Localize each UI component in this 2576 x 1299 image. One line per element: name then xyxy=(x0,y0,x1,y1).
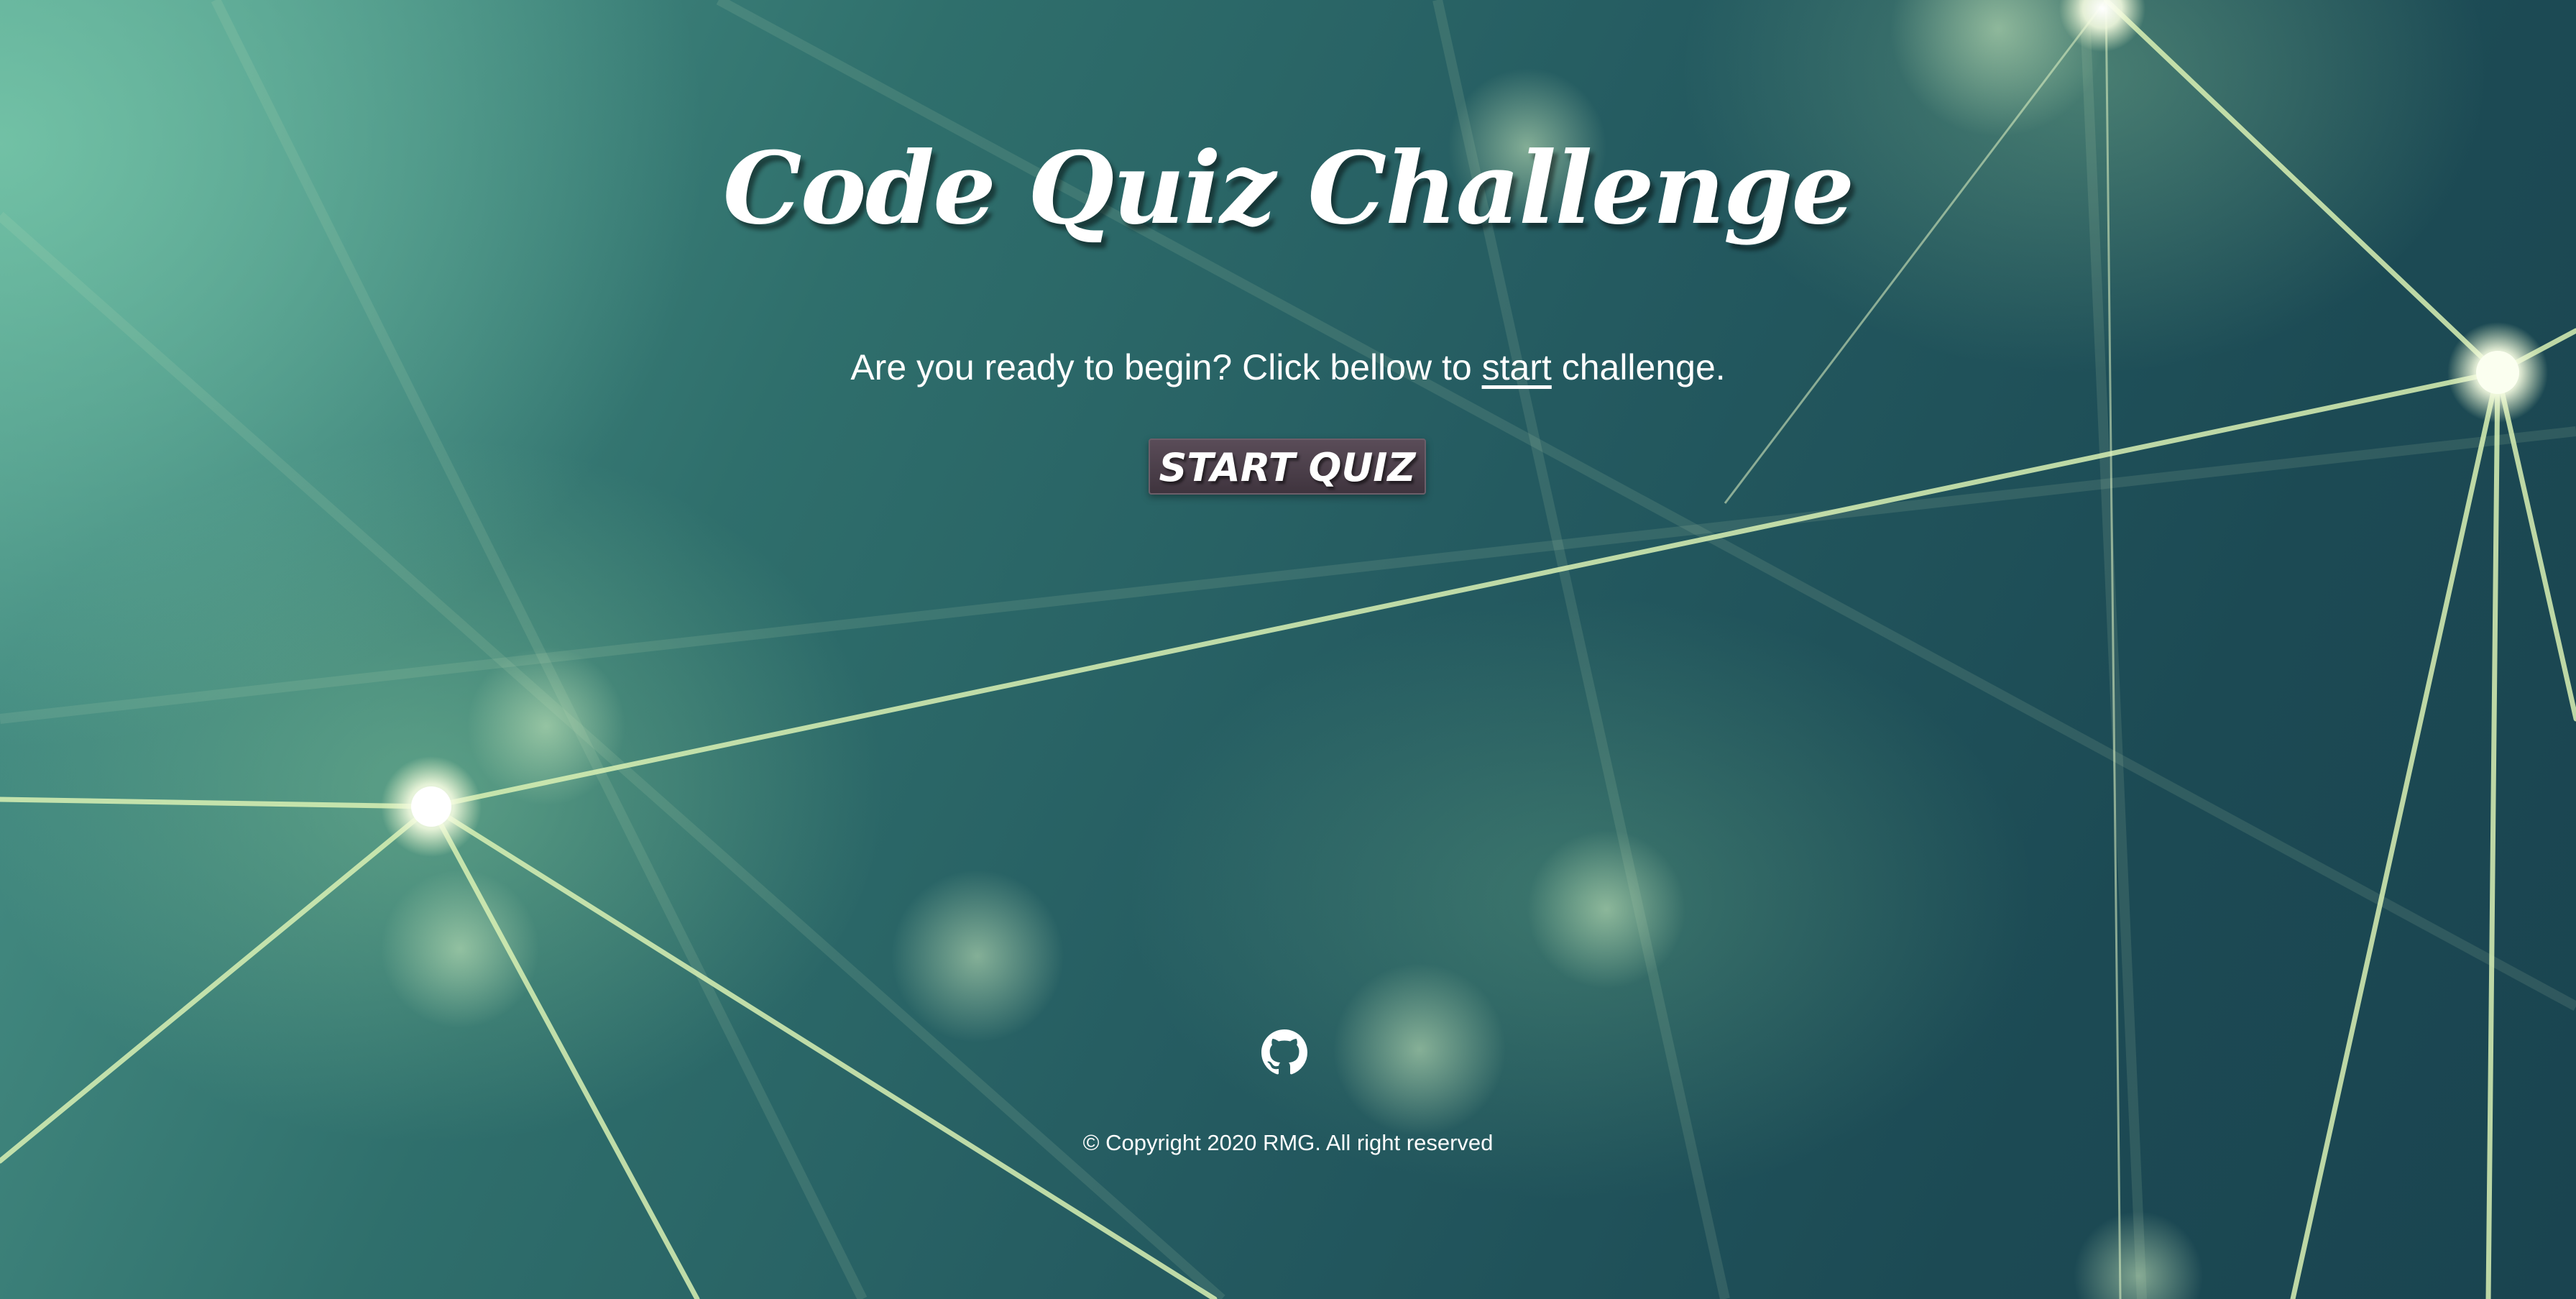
start-link[interactable]: start xyxy=(1482,347,1552,387)
page-title: Code Quiz Challenge xyxy=(722,129,1854,247)
intro-text: Are you ready to begin? Click bellow to … xyxy=(0,346,2576,388)
copyright-text: © Copyright 2020 RMG. All right reserved xyxy=(1082,1130,1494,1155)
github-link[interactable] xyxy=(1261,1029,1307,1075)
start-quiz-button[interactable]: START QUIZ xyxy=(1149,439,1426,495)
intro-text-before: Are you ready to begin? Click bellow to xyxy=(850,347,1482,387)
intro-text-after: challenge. xyxy=(1551,347,1726,387)
github-icon xyxy=(1261,1029,1307,1075)
